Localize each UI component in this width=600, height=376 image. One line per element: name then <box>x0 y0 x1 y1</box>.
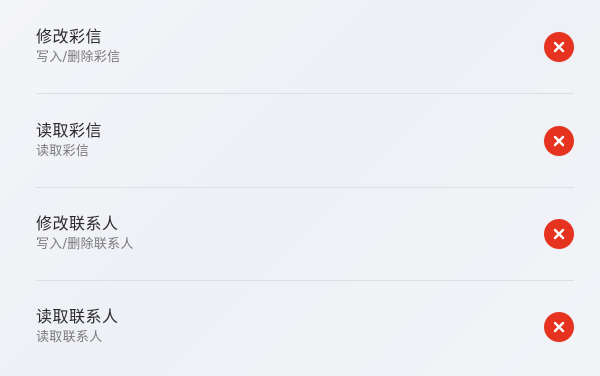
remove-permission-button[interactable] <box>544 31 574 62</box>
permission-subtitle: 读取联系人 <box>36 329 103 345</box>
close-icon <box>553 228 565 239</box>
remove-permission-button[interactable] <box>544 311 574 342</box>
permission-text: 修改彩信 写入/删除彩信 <box>36 27 120 67</box>
permission-subtitle: 写入/删除彩信 <box>36 49 121 65</box>
remove-permission-button[interactable] <box>544 125 574 156</box>
permission-item: 修改彩信 写入/删除彩信 <box>36 0 574 93</box>
permission-item: 读取联系人 读取联系人 <box>36 280 574 373</box>
close-icon <box>553 321 565 332</box>
close-icon <box>553 41 565 52</box>
permission-text: 修改联系人 写入/删除联系人 <box>36 214 134 254</box>
permission-title: 读取彩信 <box>36 120 103 140</box>
permission-title: 修改联系人 <box>36 213 119 233</box>
permission-item: 读取彩信 读取彩信 <box>36 94 574 187</box>
permission-item: 修改联系人 写入/删除联系人 <box>36 187 574 280</box>
permission-text: 读取联系人 读取联系人 <box>36 307 119 347</box>
close-icon <box>553 135 565 146</box>
permission-title: 修改彩信 <box>36 26 103 46</box>
remove-permission-button[interactable] <box>544 218 574 249</box>
permission-subtitle: 写入/删除联系人 <box>36 236 134 252</box>
permission-text: 读取彩信 读取彩信 <box>36 121 102 161</box>
permission-subtitle: 读取彩信 <box>36 143 90 159</box>
permission-title: 读取联系人 <box>36 306 119 326</box>
permission-list: 修改彩信 写入/删除彩信 读取彩信 读取彩信 修改联系人 写入/删除联系人 读取… <box>0 0 600 376</box>
